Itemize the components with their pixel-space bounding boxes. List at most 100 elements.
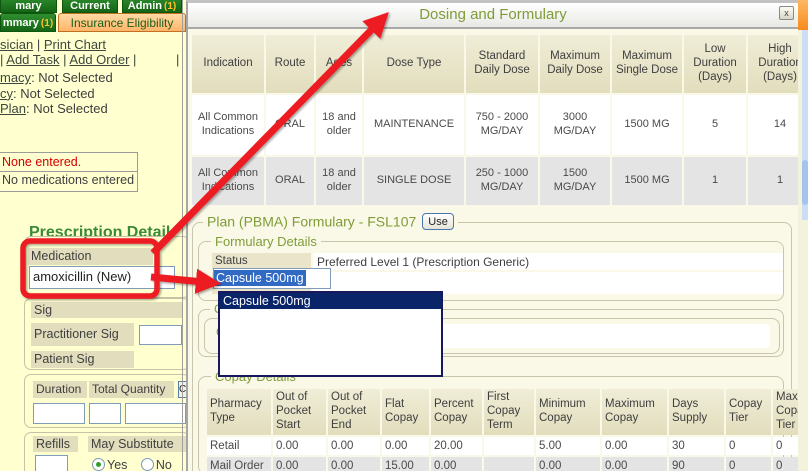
table-cell: 1500 MG bbox=[612, 157, 682, 205]
tab-label: Current bbox=[70, 0, 110, 12]
dropdown-option-capsule-500mg[interactable]: Capsule 500mg bbox=[220, 293, 441, 309]
table-cell: 750 - 2000 MG/DAY bbox=[466, 95, 538, 155]
table-cell: 1 bbox=[684, 157, 746, 205]
column-header: Maximum Daily Dose bbox=[540, 35, 610, 93]
table-cell: 0.00 bbox=[328, 437, 380, 455]
tab-current[interactable]: Current bbox=[62, 0, 118, 13]
table-cell: 18 and older bbox=[316, 157, 362, 205]
tab-admin[interactable]: Admin(1) bbox=[122, 0, 182, 13]
column-header: Days Supply bbox=[669, 389, 724, 435]
medication-alert-text: No medications entered bbox=[2, 173, 134, 187]
formulary-option-dropdown: Capsule 500mg bbox=[218, 291, 443, 377]
table-cell: 0.00 bbox=[431, 457, 482, 471]
table-cell: ORAL bbox=[266, 157, 314, 205]
panel-divider bbox=[182, 0, 183, 471]
yes-radio-label: Yes bbox=[107, 458, 127, 471]
column-header: Maximum Copay bbox=[602, 389, 667, 435]
plan-formulary-legend-text: Plan (PBMA) Formulary - FSL107 bbox=[207, 214, 416, 230]
table-cell: All Common Indications bbox=[192, 95, 264, 155]
duration-label: Duration bbox=[33, 381, 87, 398]
tab-insurance-eligibility[interactable]: Insurance Eligibility bbox=[58, 13, 186, 32]
total-quantity-input[interactable] bbox=[89, 403, 121, 424]
tab-strip-edge bbox=[798, 0, 808, 30]
column-header: Flat Copay bbox=[382, 389, 429, 435]
table-cell: 30 bbox=[669, 437, 724, 455]
dialog-title: Dosing and Formulary bbox=[419, 6, 567, 23]
table-cell: 20.00 bbox=[431, 437, 482, 455]
table-cell: All Common Indications bbox=[192, 157, 264, 205]
separator: | bbox=[176, 52, 179, 67]
scrollbar-thumb[interactable] bbox=[802, 160, 808, 205]
table-cell: 18 and older bbox=[316, 95, 362, 155]
separator: | bbox=[129, 52, 136, 67]
may-substitute-radio-group: Yes No bbox=[92, 458, 172, 471]
dialog-titlebar[interactable]: Dosing and Formulary x bbox=[188, 3, 798, 29]
table-header-row: IndicationRouteAgesDose TypeStandard Dai… bbox=[192, 35, 808, 93]
column-header: Percent Copay bbox=[431, 389, 482, 435]
table-cell: 0.00 bbox=[273, 457, 326, 471]
tab-mmary[interactable]: mmary(1) bbox=[0, 13, 56, 32]
table-row: All Common IndicationsORAL18 and olderMA… bbox=[192, 95, 808, 155]
link-cy[interactable]: cy bbox=[0, 86, 13, 101]
application-window: mary Current Admin(1) mmary(1) Insurance El… bbox=[0, 0, 808, 471]
total-quantity-unit-input[interactable] bbox=[125, 403, 186, 424]
column-header: Minimum Copay bbox=[536, 389, 600, 435]
table-row: Mail Order0.000.0015.000.000.000.009000 bbox=[207, 457, 808, 471]
medication-input[interactable]: amoxicillin (New) bbox=[29, 266, 175, 289]
link-print-chart[interactable]: Print Chart bbox=[44, 37, 106, 52]
refills-label: Refills bbox=[33, 436, 78, 452]
table-cell bbox=[484, 437, 534, 455]
table-cell: MAINTENANCE bbox=[364, 95, 464, 155]
table-row: All Common IndicationsORAL18 and olderSI… bbox=[192, 157, 808, 205]
tab-mary[interactable]: mary bbox=[0, 0, 57, 13]
allergy-alert: None entered. bbox=[0, 152, 138, 172]
duration-input[interactable] bbox=[33, 403, 85, 424]
column-header: Indication bbox=[192, 35, 264, 93]
formulary-option-combobox[interactable]: Capsule 500mg bbox=[213, 268, 331, 289]
link-add-order[interactable]: Add Order bbox=[69, 52, 129, 67]
table-cell: 15.00 bbox=[382, 457, 429, 471]
selection-value: : Not Selected bbox=[31, 70, 113, 85]
close-button[interactable]: x bbox=[779, 6, 794, 20]
table-cell: ORAL bbox=[266, 95, 314, 155]
page-scrollbar[interactable] bbox=[802, 30, 808, 220]
column-header: Route bbox=[266, 35, 314, 93]
column-header: Ages bbox=[316, 35, 362, 93]
link-sician[interactable]: sician bbox=[0, 37, 33, 52]
selection-row: Plan: Not Selected bbox=[0, 101, 113, 117]
copay-table: Pharmacy TypeOut of Pocket StartOut of P… bbox=[205, 387, 808, 471]
use-button[interactable]: Use bbox=[422, 213, 454, 230]
column-header: Maximum Single Dose bbox=[612, 35, 682, 93]
column-header: Dose Type bbox=[364, 35, 464, 93]
table-cell: 0.00 bbox=[273, 437, 326, 455]
table-cell: 0.00 bbox=[328, 457, 380, 471]
table-cell: 1500 MG bbox=[612, 95, 682, 155]
selection-value: : Not Selected bbox=[13, 86, 95, 101]
table-cell: 0.00 bbox=[602, 457, 667, 471]
selection-row: macy: Not Selected bbox=[0, 70, 113, 86]
link-plan[interactable]: Plan bbox=[0, 101, 26, 116]
link-add-task[interactable]: Add Task bbox=[6, 52, 59, 67]
table-row: Retail0.000.000.0020.005.000.003000 bbox=[207, 437, 808, 455]
separator: | bbox=[60, 52, 70, 67]
link-macy[interactable]: macy bbox=[0, 70, 31, 85]
selection-value: : Not Selected bbox=[26, 101, 108, 116]
table-cell: 0 bbox=[726, 437, 771, 455]
practitioner-sig-input[interactable] bbox=[139, 325, 182, 345]
table-header-row: Pharmacy TypeOut of Pocket StartOut of P… bbox=[207, 389, 808, 435]
column-header: Low Duration (Days) bbox=[684, 35, 746, 93]
total-quantity-label: Total Quantity bbox=[89, 381, 174, 398]
tab-label: Insurance Eligibility bbox=[71, 16, 174, 30]
selection-row: cy: Not Selected bbox=[0, 86, 113, 102]
no-radio[interactable] bbox=[141, 458, 154, 471]
table-cell: 0.00 bbox=[536, 457, 600, 471]
refills-input[interactable] bbox=[35, 455, 68, 471]
practitioner-sig-label: Practitioner Sig bbox=[31, 323, 134, 346]
selection-status-list: macy: Not Selectedcy: Not SelectedPlan: … bbox=[0, 70, 113, 117]
dosing-table: IndicationRouteAgesDose TypeStandard Dai… bbox=[190, 33, 808, 207]
yes-radio[interactable] bbox=[92, 458, 105, 471]
table-cell: 250 - 1000 MG/DAY bbox=[466, 157, 538, 205]
separator: | bbox=[33, 37, 44, 52]
no-radio-label: No bbox=[156, 458, 172, 471]
column-header: Out of Pocket Start bbox=[273, 389, 326, 435]
